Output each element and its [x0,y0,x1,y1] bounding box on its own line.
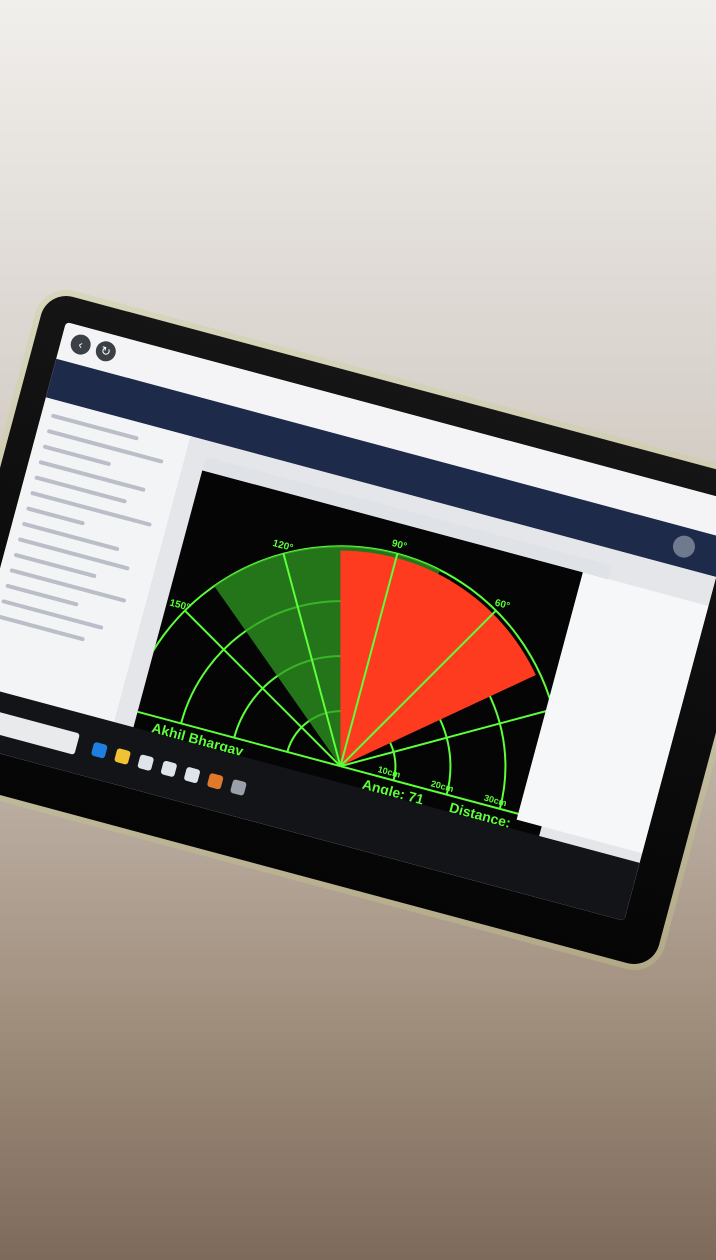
user-avatar-icon[interactable] [670,533,698,561]
photo-scene: ‹ ↻ 60° 90° 120° 150° 10cm 20cm 30cm Akh… [0,0,716,1260]
refresh-icon[interactable]: ↻ [93,339,119,364]
sidebar-item[interactable] [21,521,120,552]
taskbar-app-icon[interactable] [160,760,178,778]
laptop: ‹ ↻ 60° 90° 120° 150° 10cm 20cm 30cm Akh… [0,290,716,970]
radar-angle-tick: 120° [271,538,294,554]
radar-angle-tick: 150° [168,598,191,614]
taskbar-app-icon[interactable] [113,747,132,766]
taskbar-app-icon[interactable] [137,754,155,772]
sidebar-item[interactable] [30,490,152,527]
sidebar-item[interactable] [1,598,104,630]
sidebar-item[interactable] [17,537,130,571]
sidebar-item[interactable] [26,506,85,526]
sidebar-item[interactable] [46,428,164,464]
taskbar-app-icon[interactable] [183,766,201,784]
sidebar-item[interactable] [38,459,146,493]
sidebar-item[interactable] [9,568,127,603]
taskbar-app-icon[interactable] [229,778,248,797]
search-icon[interactable] [0,705,80,755]
taskbar-app-icon[interactable] [206,772,224,790]
laptop-screen: ‹ ↻ 60° 90° 120° 150° 10cm 20cm 30cm Akh… [0,322,716,921]
radar-angle-tick: 90° [390,538,407,553]
back-icon[interactable]: ‹ [68,332,93,357]
windows-start-icon[interactable] [90,741,108,759]
